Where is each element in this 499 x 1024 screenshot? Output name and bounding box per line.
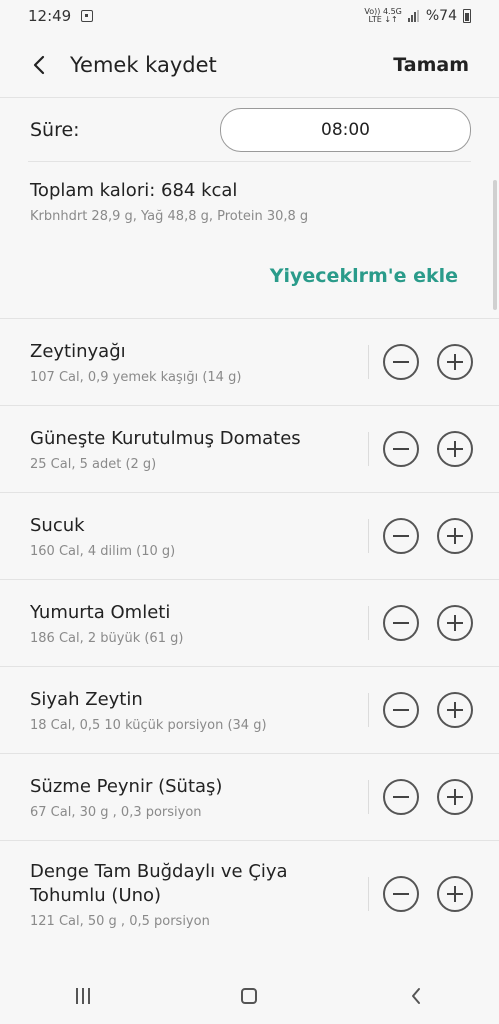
increase-button[interactable] (437, 518, 473, 554)
battery-icon (463, 9, 471, 23)
header: Yemek kaydet Tamam (0, 32, 499, 98)
divider (368, 606, 369, 640)
item-detail: 18 Cal, 0,5 10 küçük porsiyon (34 g) (30, 717, 267, 733)
decrease-button[interactable] (383, 431, 419, 467)
item-text: Denge Tam Buğdaylı ve Çiya Tohumlu (Uno)… (30, 860, 368, 929)
total-calories: Toplam kalori: 684 kcal (30, 180, 238, 201)
calorie-summary: Toplam kalori: 684 kcal Krbnhdrt 28,9 g,… (0, 162, 499, 265)
minus-icon (393, 535, 409, 537)
item-detail: 160 Cal, 4 dilim (10 g) (30, 543, 176, 559)
list-item: Denge Tam Buğdaylı ve Çiya Tohumlu (Uno)… (0, 841, 499, 947)
list-item: Süzme Peynir (Sütaş) 67 Cal, 30 g , 0,3 … (0, 754, 499, 841)
food-list: Zeytinyağı 107 Cal, 0,9 yemek kaşığı (14… (0, 318, 499, 947)
item-text: Sucuk 160 Cal, 4 dilim (10 g) (30, 514, 368, 559)
item-name: Yumurta Omleti (30, 601, 171, 623)
time-label: Süre: (30, 119, 80, 141)
increase-button[interactable] (437, 605, 473, 641)
recent-apps-icon (76, 988, 91, 1004)
page-title: Yemek kaydet (70, 52, 217, 77)
list-item: Güneşte Kurutulmuş Domates 25 Cal, 5 ade… (0, 406, 499, 493)
add-to-my-foods-link[interactable]: Yiyeceklrm'e ekle (270, 265, 458, 287)
increase-button[interactable] (437, 344, 473, 380)
list-item: Sucuk 160 Cal, 4 dilim (10 g) (0, 493, 499, 580)
item-name: Denge Tam Buğdaylı ve Çiya Tohumlu (Uno) (30, 860, 288, 906)
list-item: Siyah Zeytin 18 Cal, 0,5 10 küçük porsiy… (0, 667, 499, 754)
recent-apps-button[interactable] (63, 976, 103, 1016)
item-name: Siyah Zeytin (30, 688, 143, 710)
divider (368, 693, 369, 727)
minus-icon (393, 622, 409, 624)
status-time: 12:49 (28, 7, 72, 25)
divider (368, 345, 369, 379)
item-text: Zeytinyağı 107 Cal, 0,9 yemek kaşığı (14… (30, 340, 368, 385)
item-text: Süzme Peynir (Sütaş) 67 Cal, 30 g , 0,3 … (30, 775, 368, 820)
navigation-bar (0, 968, 499, 1024)
battery-text: %74 (425, 8, 457, 24)
back-arrow-icon[interactable] (28, 54, 50, 76)
network-bottom: LTE ↓↑ (368, 15, 398, 24)
increase-button[interactable] (437, 779, 473, 815)
minus-icon (393, 709, 409, 711)
system-back-button[interactable] (396, 976, 436, 1016)
item-name: Güneşte Kurutulmuş Domates (30, 427, 301, 449)
decrease-button[interactable] (383, 779, 419, 815)
decrease-button[interactable] (383, 518, 419, 554)
status-left: 12:49 (28, 7, 94, 25)
item-detail: 186 Cal, 2 büyük (61 g) (30, 630, 184, 646)
status-right: Vo)) 4.5G LTE ↓↑ %74 (364, 8, 471, 24)
divider (368, 519, 369, 553)
back-icon (411, 988, 420, 1004)
time-picker-field[interactable]: 08:00 (220, 108, 471, 152)
divider (368, 877, 369, 911)
decrease-button[interactable] (383, 605, 419, 641)
item-text: Siyah Zeytin 18 Cal, 0,5 10 küçük porsiy… (30, 688, 368, 733)
status-bar: 12:49 Vo)) 4.5G LTE ↓↑ %74 (0, 0, 499, 32)
done-button[interactable]: Tamam (393, 54, 469, 76)
divider (368, 432, 369, 466)
item-name: Zeytinyağı (30, 340, 126, 362)
item-name: Sucuk (30, 514, 85, 536)
home-icon (241, 988, 258, 1004)
minus-icon (393, 448, 409, 450)
list-item: Zeytinyağı 107 Cal, 0,9 yemek kaşığı (14… (0, 319, 499, 406)
network-indicator: Vo)) 4.5G LTE ↓↑ (364, 8, 401, 24)
item-text: Yumurta Omleti 186 Cal, 2 büyük (61 g) (30, 601, 368, 646)
minus-icon (393, 361, 409, 363)
decrease-button[interactable] (383, 692, 419, 728)
item-detail: 121 Cal, 50 g , 0,5 porsiyon (30, 913, 210, 929)
minus-icon (393, 796, 409, 798)
item-detail: 107 Cal, 0,9 yemek kaşığı (14 g) (30, 369, 242, 385)
macros-summary: Krbnhdrt 28,9 g, Yağ 48,8 g, Protein 30,… (30, 209, 309, 224)
signal-icon (407, 10, 420, 22)
increase-button[interactable] (437, 431, 473, 467)
scrollbar[interactable] (493, 180, 497, 310)
home-button[interactable] (229, 976, 269, 1016)
minus-icon (393, 893, 409, 895)
item-text: Güneşte Kurutulmuş Domates 25 Cal, 5 ade… (30, 427, 368, 472)
decrease-button[interactable] (383, 876, 419, 912)
item-detail: 67 Cal, 30 g , 0,3 porsiyon (30, 804, 202, 820)
decrease-button[interactable] (383, 344, 419, 380)
increase-button[interactable] (437, 692, 473, 728)
main-content: Süre: 08:00 Toplam kalori: 684 kcal Krbn… (0, 99, 499, 947)
divider (368, 780, 369, 814)
time-row: Süre: 08:00 (0, 99, 499, 161)
list-item: Yumurta Omleti 186 Cal, 2 büyük (61 g) (0, 580, 499, 667)
item-name: Süzme Peynir (Sütaş) (30, 775, 223, 797)
notification-icon (81, 10, 94, 22)
increase-button[interactable] (437, 876, 473, 912)
item-detail: 25 Cal, 5 adet (2 g) (30, 456, 157, 472)
add-row: Yiyeceklrm'e ekle (0, 265, 499, 318)
